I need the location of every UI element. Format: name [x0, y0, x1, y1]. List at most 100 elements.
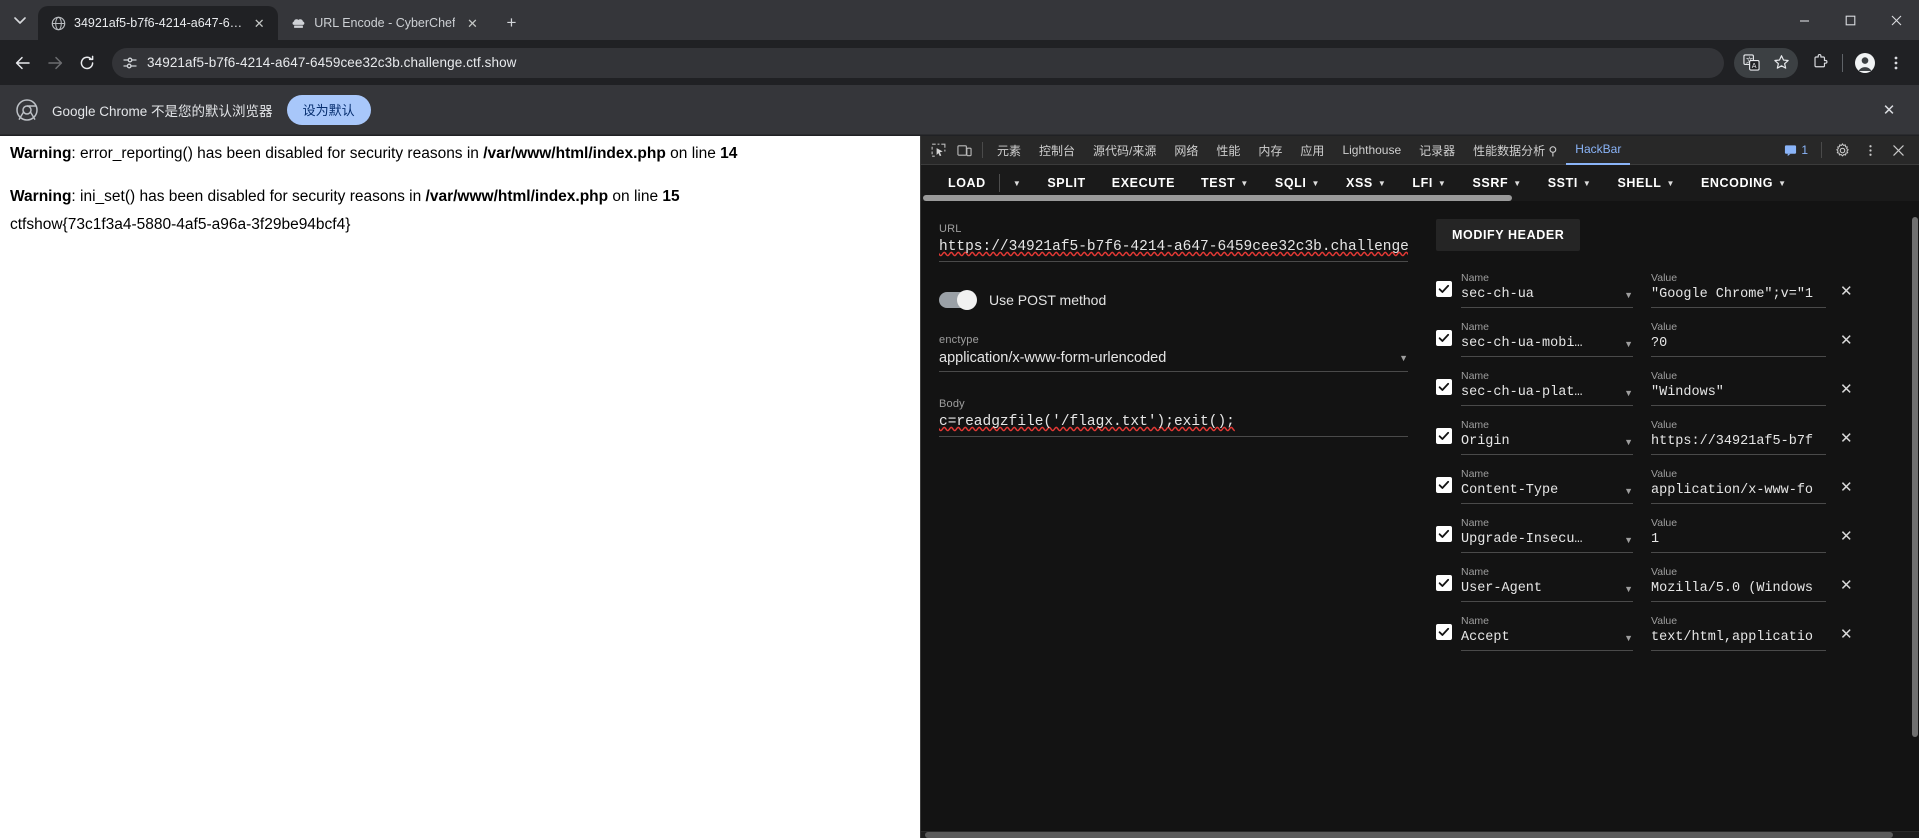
header-value-input[interactable]: application/x-www-fο: [1651, 483, 1826, 504]
tab-search-button[interactable]: [2, 3, 38, 37]
header-remove-button[interactable]: ✕: [1840, 527, 1853, 545]
header-enabled-checkbox[interactable]: [1436, 281, 1452, 297]
header-enabled-checkbox[interactable]: [1436, 624, 1452, 640]
devtools-tab-console[interactable]: 控制台: [1030, 136, 1084, 164]
header-remove-button[interactable]: ✕: [1840, 282, 1853, 300]
translate-button[interactable]: 文 A: [1736, 48, 1766, 78]
header-value-input[interactable]: Mozilla/5.0 (Windows: [1651, 581, 1826, 602]
tab-label: 内存: [1258, 143, 1283, 158]
issues-badge[interactable]: 1: [1778, 143, 1814, 157]
header-name-label: Name: [1461, 370, 1490, 382]
devtools-tab-lighthouse[interactable]: Lighthouse: [1333, 136, 1410, 164]
header-name-input[interactable]: sec-ch-ua-mobi… ▼: [1461, 336, 1633, 357]
gear-icon[interactable]: [1829, 138, 1855, 162]
header-name-input[interactable]: Content-Type ▼: [1461, 483, 1633, 504]
header-value-input[interactable]: 1: [1651, 532, 1826, 553]
chrome-menu-button[interactable]: [1881, 48, 1911, 78]
header-enabled-checkbox[interactable]: [1436, 428, 1452, 444]
address-bar[interactable]: 34921af5-b7f6-4214-a647-6459cee32c3b.cha…: [112, 47, 1724, 78]
scrollbar-thumb[interactable]: [1912, 217, 1918, 737]
devtools-tab-performance-insights[interactable]: 性能数据分析 ⚲: [1464, 136, 1566, 164]
window-close-button[interactable]: [1873, 0, 1919, 40]
modify-header-button[interactable]: MODIFY HEADER: [1436, 219, 1581, 251]
header-value-input[interactable]: text/html,applicatiο: [1651, 630, 1826, 651]
header-value-input[interactable]: "Google Chrome";v="1: [1651, 287, 1826, 308]
infobar-close-button[interactable]: ✕: [1875, 96, 1903, 124]
body-label: Body: [939, 398, 965, 410]
maximize-button[interactable]: [1827, 0, 1873, 40]
devtools-tab-memory[interactable]: 内存: [1249, 136, 1291, 164]
use-post-toggle[interactable]: [939, 290, 977, 310]
tab-close-button[interactable]: ✕: [463, 14, 481, 32]
more-vertical-icon: [1894, 56, 1898, 69]
header-name-input[interactable]: Accept ▼: [1461, 630, 1633, 651]
header-enabled-checkbox[interactable]: [1436, 379, 1452, 395]
header-remove-button[interactable]: ✕: [1840, 331, 1853, 349]
header-remove-button[interactable]: ✕: [1840, 478, 1853, 496]
devtools-tab-performance[interactable]: 性能: [1207, 136, 1249, 164]
device-toolbar-icon[interactable]: [951, 138, 977, 162]
set-default-button[interactable]: 设为默认: [286, 94, 371, 125]
header-value-input[interactable]: https://34921af5-b7f: [1651, 434, 1826, 455]
header-name-input[interactable]: sec-ch-ua ▼: [1461, 287, 1633, 308]
back-button[interactable]: [8, 48, 38, 78]
bookmark-button[interactable]: [1766, 48, 1796, 78]
header-name-input[interactable]: sec-ch-ua-plat… ▼: [1461, 385, 1633, 406]
check-icon: [1438, 284, 1450, 293]
header-value-field: Value "Windows": [1651, 370, 1826, 406]
header-value-input[interactable]: ?0: [1651, 336, 1826, 357]
profile-button[interactable]: [1850, 48, 1880, 78]
new-tab-button[interactable]: +: [497, 8, 525, 36]
reload-button[interactable]: [72, 48, 102, 78]
header-value-field: Value https://34921af5-b7f: [1651, 419, 1826, 455]
omnibox-actions-pill: 文 A: [1734, 47, 1798, 78]
scrollbar-thumb[interactable]: [925, 832, 1894, 838]
header-remove-button[interactable]: ✕: [1840, 576, 1853, 594]
header-enabled-checkbox[interactable]: [1436, 575, 1452, 591]
inspect-element-icon[interactable]: [925, 138, 951, 162]
default-browser-infobar: Google Chrome 不是您的默认浏览器 设为默认 ✕: [0, 85, 1919, 135]
devtools-tab-elements[interactable]: 元素: [988, 136, 1030, 164]
chevron-down-icon: ▼: [1311, 178, 1321, 188]
devtools-tab-network[interactable]: 网络: [1165, 136, 1207, 164]
header-name-input[interactable]: Origin ▼: [1461, 434, 1633, 455]
header-remove-button[interactable]: ✕: [1840, 429, 1853, 447]
header-value-input[interactable]: "Windows": [1651, 385, 1826, 406]
back-arrow-icon: [15, 56, 30, 69]
minimize-icon: [1799, 19, 1809, 22]
body-input[interactable]: c=readgzfile('/flagx.txt');exit();: [939, 414, 1408, 437]
button-label: LOAD: [948, 176, 986, 190]
tab-0[interactable]: 34921af5-b7f6-4214-a647-6… ✕: [38, 6, 279, 40]
tab-1[interactable]: URL Encode - CyberChef ✕: [278, 6, 491, 40]
header-remove-button[interactable]: ✕: [1840, 625, 1853, 643]
minimize-button[interactable]: [1781, 0, 1827, 40]
devtools-more-button[interactable]: [1857, 138, 1883, 162]
header-value-text: 1: [1651, 532, 1660, 547]
enctype-select[interactable]: application/x-www-form-urlencoded ▼: [939, 350, 1408, 372]
devtools-tab-sources[interactable]: 源代码/来源: [1084, 136, 1165, 164]
header-remove-button[interactable]: ✕: [1840, 380, 1853, 398]
devtools-horizontal-scrollbar[interactable]: [921, 831, 1919, 838]
headers-scrollbar[interactable]: [1911, 201, 1919, 831]
tab-label: 源代码/来源: [1093, 143, 1157, 158]
devtools-close-button[interactable]: [1885, 138, 1911, 162]
devtools-tab-recorder[interactable]: 记录器: [1410, 136, 1464, 164]
extensions-button[interactable]: [1805, 48, 1835, 78]
header-value-text: ?0: [1651, 336, 1668, 351]
site-settings-icon[interactable]: [122, 55, 138, 71]
forward-button[interactable]: [40, 48, 70, 78]
header-name-input[interactable]: User-Agent ▼: [1461, 581, 1633, 602]
header-name-input[interactable]: Upgrade-Insecu… ▼: [1461, 532, 1633, 553]
devtools-tab-application[interactable]: 应用: [1291, 136, 1333, 164]
devtools-tab-hackbar[interactable]: HackBar: [1566, 136, 1631, 165]
header-enabled-checkbox[interactable]: [1436, 526, 1452, 542]
header-enabled-checkbox[interactable]: [1436, 330, 1452, 346]
header-name-label: Name: [1461, 566, 1490, 578]
tab-label: 应用: [1300, 143, 1325, 158]
header-enabled-checkbox[interactable]: [1436, 477, 1452, 493]
url-input[interactable]: https://34921af5-b7f6-4214-a647-6459cee3…: [939, 239, 1408, 262]
tab-close-button[interactable]: ✕: [250, 14, 268, 32]
header-row: Name sec-ch-ua ▼ Value "Google Chrome";v…: [1436, 259, 1909, 308]
toolbar-divider: [1821, 142, 1822, 158]
header-name-field: Name sec-ch-ua-mobi… ▼: [1461, 321, 1633, 357]
